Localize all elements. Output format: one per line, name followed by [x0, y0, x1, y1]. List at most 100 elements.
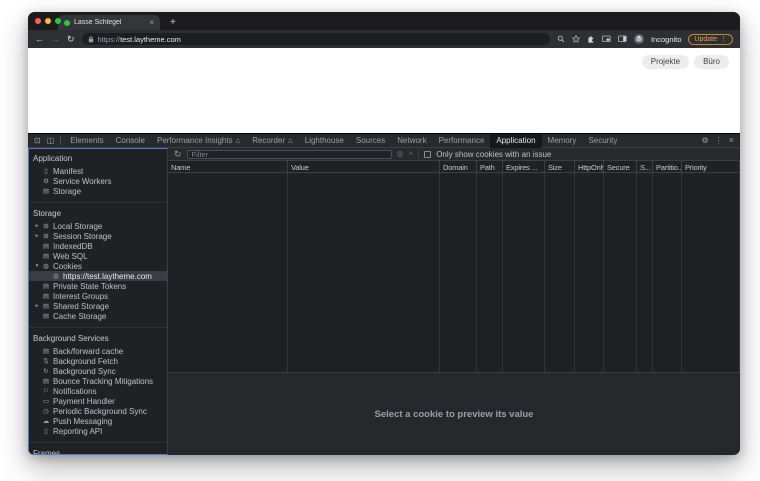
column-header-partitio[interactable]: Partitio...	[653, 161, 682, 172]
refresh-cookies-icon[interactable]: ↻	[174, 150, 182, 159]
sidebar-item-indexeddb[interactable]: ▤IndexedDB	[29, 241, 167, 251]
sidebar-item-label: Local Storage	[51, 222, 102, 231]
devtools-tab-recorder[interactable]: Recorder△	[246, 134, 299, 148]
column-header-httponly[interactable]: HttpOnly	[575, 161, 604, 172]
sidebar-item-payment-handler[interactable]: ▭Payment Handler	[29, 396, 167, 406]
column-header-value[interactable]: Value	[288, 161, 440, 172]
delete-selected-icon[interactable]: ×	[409, 150, 414, 158]
search-icon[interactable]	[557, 35, 565, 43]
sidebar-item-session-storage[interactable]: ▸⊞Session Storage	[29, 231, 167, 241]
site-nav-buero[interactable]: Büro	[694, 55, 729, 69]
sidebar-item-reporting-api[interactable]: ▯Reporting API	[29, 426, 167, 436]
sidebar-item-background-fetch[interactable]: ⇅Background Fetch	[29, 356, 167, 366]
sidebar-section-title: Frames	[29, 447, 167, 455]
update-button[interactable]: Update ⋮	[688, 34, 733, 45]
site-favicon	[64, 20, 70, 26]
devtools-tab-lighthouse[interactable]: Lighthouse	[299, 134, 350, 148]
minimize-window-button[interactable]	[45, 18, 51, 24]
sidebar-item-push-messaging[interactable]: ☁Push Messaging	[29, 416, 167, 426]
cookie-filter-input[interactable]: Filter	[187, 150, 392, 159]
devtools-tab-bar-right: ⚙ ⋮ ×	[702, 136, 740, 145]
sidebar-item-label: https://test.laytheme.com	[61, 272, 152, 281]
sidebar-item-cache-storage[interactable]: ▤Cache Storage	[29, 311, 167, 321]
tab-label: Console	[116, 136, 145, 145]
sidebar-item-shared-storage[interactable]: ▸▤Shared Storage	[29, 301, 167, 311]
divider	[418, 150, 419, 159]
inspect-element-icon[interactable]: ⊡	[31, 137, 44, 145]
column-header-priority[interactable]: Priority	[682, 161, 740, 172]
sidebar-item-private-state-tokens[interactable]: ▤Private State Tokens	[29, 281, 167, 291]
devtools-tab-application[interactable]: Application	[490, 134, 541, 148]
only-issue-checkbox[interactable]	[424, 151, 431, 158]
close-window-button[interactable]	[35, 18, 41, 24]
devtools-tab-network[interactable]: Network	[391, 134, 432, 148]
address-bar[interactable]: https://test.laytheme.com	[82, 33, 550, 45]
sidebar-item-service-workers[interactable]: ⚙Service Workers	[29, 176, 167, 186]
sidebar-item-web-sql[interactable]: ▤Web SQL	[29, 251, 167, 261]
column-header-domain[interactable]: Domain	[440, 161, 477, 172]
sidebar-item-label: Storage	[51, 187, 81, 196]
tab-label: Lighthouse	[305, 136, 344, 145]
sidebar-item-manifest[interactable]: ▯Manifest	[29, 166, 167, 176]
column-header-expires[interactable]: Expires ...	[503, 161, 545, 172]
bookmark-star-icon[interactable]	[572, 35, 580, 43]
tab-close-icon[interactable]: ×	[149, 19, 154, 27]
more-options-icon[interactable]: ⋮	[715, 137, 723, 145]
reload-icon[interactable]: ↻	[67, 35, 75, 44]
sidebar-section-title: Application	[29, 152, 167, 166]
tab-label: Recorder	[252, 136, 285, 145]
database-icon: ▤	[41, 347, 51, 355]
device-toolbar-icon[interactable]: ◫	[44, 137, 58, 145]
chevron-down-icon[interactable]: ▾	[33, 263, 41, 269]
sidebar-item-periodic-background-sync[interactable]: ◷Periodic Background Sync	[29, 406, 167, 416]
devtools-tab-performance[interactable]: Performance	[433, 134, 491, 148]
sidebar-item-label: Push Messaging	[51, 417, 112, 426]
sync-icon: ↻	[41, 367, 51, 375]
sidebar-item-local-storage[interactable]: ▸⊞Local Storage	[29, 221, 167, 231]
forward-icon[interactable]: →	[51, 35, 60, 44]
devtools-tab-elements[interactable]: Elements	[64, 134, 109, 148]
incognito-avatar[interactable]	[634, 34, 644, 44]
picture-in-picture-icon[interactable]	[602, 35, 611, 43]
sidebar-item-bounce-tracking-mitigations[interactable]: ▤Bounce Tracking Mitigations	[29, 376, 167, 386]
devtools-tab-performance-insights[interactable]: Performance Insights△	[151, 134, 246, 148]
column-header-s[interactable]: S...	[637, 161, 653, 172]
extensions-icon[interactable]	[587, 35, 595, 43]
tab-label: Sources	[356, 136, 385, 145]
browser-tab[interactable]: Lasse Schlegel ×	[58, 15, 160, 30]
column-header-secure[interactable]: Secure	[604, 161, 637, 172]
card-icon: ▭	[41, 397, 51, 405]
sidebar-item-interest-groups[interactable]: ▤Interest Groups	[29, 291, 167, 301]
document-icon: ▯	[41, 167, 51, 175]
devtools-tab-memory[interactable]: Memory	[542, 134, 583, 148]
cookie-icon: ◍	[51, 272, 61, 280]
close-devtools-icon[interactable]: ×	[729, 136, 734, 145]
devtools-tab-console[interactable]: Console	[110, 134, 151, 148]
delete-all-cookies-icon[interactable]: ◍	[397, 150, 404, 158]
devtools-tab-sources[interactable]: Sources	[350, 134, 391, 148]
chevron-right-icon[interactable]: ▸	[33, 223, 41, 229]
devtools-tab-security[interactable]: Security	[582, 134, 623, 148]
zoom-window-button[interactable]	[55, 18, 61, 24]
tab-label: Security	[588, 136, 617, 145]
back-icon[interactable]: ←	[35, 35, 44, 44]
chevron-right-icon[interactable]: ▸	[33, 233, 41, 239]
sidebar-item-back-forward-cache[interactable]: ▤Back/forward cache	[29, 346, 167, 356]
column-header-path[interactable]: Path	[477, 161, 503, 172]
chevron-right-icon[interactable]: ▸	[33, 303, 41, 309]
sidebar-item-storage[interactable]: ▤Storage	[29, 186, 167, 196]
site-nav-projekte[interactable]: Projekte	[642, 55, 689, 69]
new-tab-button[interactable]: +	[170, 18, 176, 28]
cookie-table-body	[168, 173, 740, 372]
sidebar-item-notifications[interactable]: ⚐Notifications	[29, 386, 167, 396]
tab-label: Performance Insights	[157, 136, 233, 145]
column-header-size[interactable]: Size	[545, 161, 575, 172]
column-header-name[interactable]: Name	[168, 161, 288, 172]
sidebar-item-https-test-laytheme-com[interactable]: ◍https://test.laytheme.com	[29, 271, 167, 281]
sidebar-item-background-sync[interactable]: ↻Background Sync	[29, 366, 167, 376]
column-body-expires	[503, 173, 545, 372]
database-icon: ▤	[41, 312, 51, 320]
gear-icon[interactable]: ⚙	[702, 137, 709, 145]
side-panel-icon[interactable]	[618, 35, 627, 43]
sidebar-item-cookies[interactable]: ▾◍Cookies	[29, 261, 167, 271]
